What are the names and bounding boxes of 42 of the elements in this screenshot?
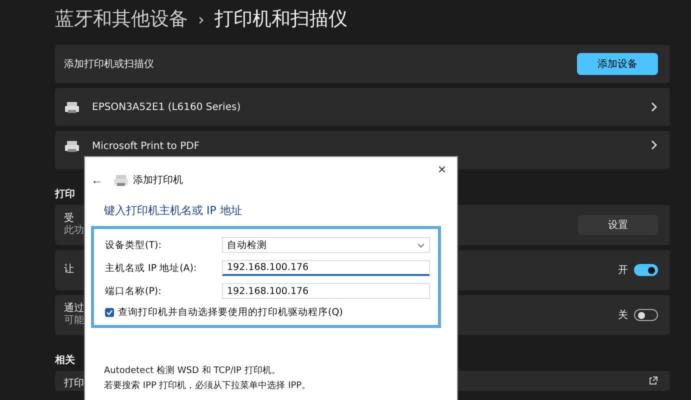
dialog-title: 添加打印机 (133, 174, 183, 187)
chevron-right-icon (651, 102, 658, 112)
breadcrumb-separator: › (198, 10, 204, 28)
setting-description: 此功 (64, 225, 84, 237)
info-text: Autodetect 检测 WSD 和 TCP/IP 打印机。 (104, 364, 282, 377)
settings-button[interactable]: 设置 (578, 215, 658, 235)
chevron-right-icon (651, 140, 658, 150)
page-title: 打印机和扫描仪 (214, 7, 348, 32)
dialog-heading: 键入打印机主机名或 IP 地址 (104, 203, 243, 218)
breadcrumb-link[interactable]: 蓝牙和其他设备 (55, 6, 188, 32)
checkbox[interactable] (105, 308, 114, 317)
toggle-label: 关 (618, 308, 628, 322)
external-link-icon (648, 376, 658, 386)
section-header: 相关 (55, 354, 75, 367)
row-label: 添加打印机或扫描仪 (64, 58, 154, 71)
printer-icon (113, 174, 129, 186)
device-type-dropdown[interactable]: 自动检测 (222, 237, 430, 253)
setting-title: 打印 (64, 376, 84, 390)
field-label: 端口名称(P): (105, 284, 162, 298)
input-field[interactable]: 192.168.100.176 (222, 260, 430, 276)
checkbox-label: 查询打印机并自动选择要使用的打印机驱动程序(Q) (118, 306, 343, 319)
setting-description: 可能 (64, 315, 84, 327)
input-field[interactable]: 192.168.100.176 (222, 283, 430, 299)
section-header: 打印 (55, 188, 75, 201)
add-device-button[interactable]: 添加设备 (577, 53, 658, 75)
setting-title: 让 (64, 264, 74, 276)
check-icon (106, 309, 113, 316)
field-label: 设备类型(T): (105, 238, 162, 252)
printer-row[interactable]: EPSON3A52E1 (L6160 Series) (55, 88, 670, 126)
info-text: 若要搜索 IPP 打印机，必须从下拉菜单中选择 IPP。 (104, 380, 312, 392)
caret-icon (417, 242, 425, 248)
toggle-label: 开 (618, 264, 628, 277)
printer-name: EPSON3A52E1 (L6160 Series) (92, 102, 241, 112)
field-label: 主机名或 IP 地址(A): (105, 262, 198, 274)
printer-name: Microsoft Print to PDF (92, 140, 200, 152)
toggle-switch[interactable] (634, 264, 658, 276)
printer-icon (64, 140, 80, 152)
toggle-switch[interactable] (634, 309, 658, 321)
back-button[interactable]: ← (89, 173, 105, 187)
printer-icon (64, 101, 80, 113)
setting-title: 受 (64, 213, 75, 224)
setting-title: 通过 (64, 303, 84, 314)
